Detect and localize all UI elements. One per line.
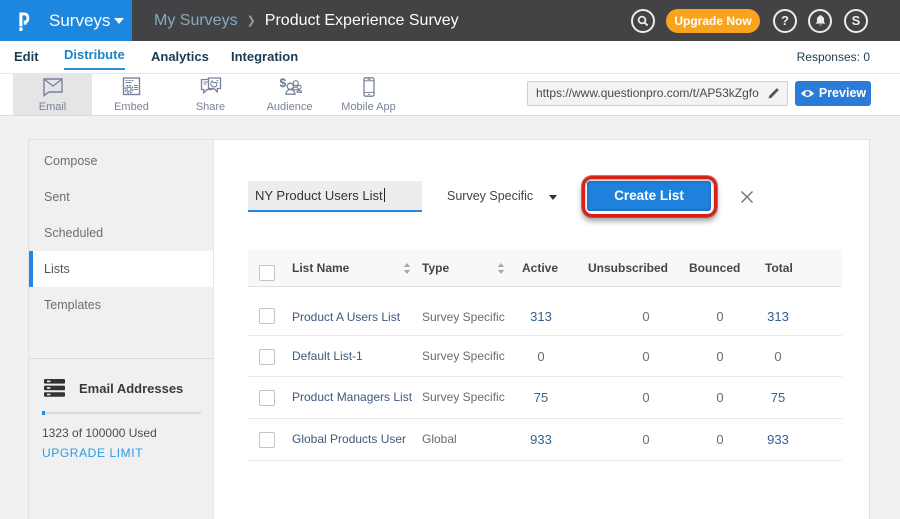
- svg-text:$: $: [279, 77, 286, 90]
